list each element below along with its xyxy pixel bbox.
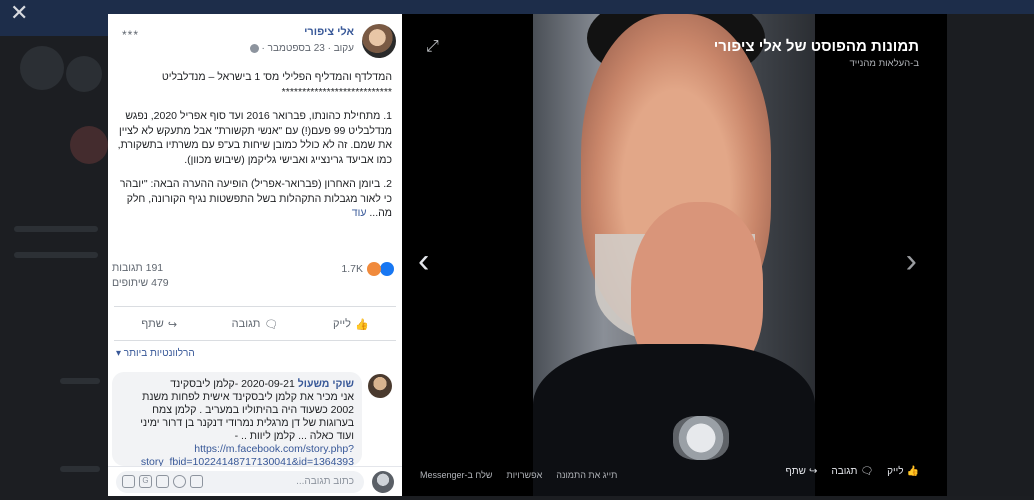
viewer-actions: 👍 לייק 🗨 תגובה ↪ שתף	[786, 466, 919, 477]
close-icon[interactable]: ✕	[10, 2, 28, 24]
send-messenger-link[interactable]: שלח ב-Messenger	[420, 470, 493, 480]
thumbs-up-icon: 👍	[354, 318, 369, 331]
comment-placeholder: כתוב תגובה...	[296, 476, 354, 487]
comments-count[interactable]: 191 תגובות	[112, 262, 163, 274]
comment-input-bar: כתוב תגובה... G	[108, 466, 402, 496]
author-avatar[interactable]	[362, 24, 396, 58]
more-options-icon[interactable]: ***	[122, 28, 139, 42]
gif-icon[interactable]: G	[139, 475, 152, 488]
comment-link[interactable]: https://m.facebook.com/story.php?story_f…	[120, 443, 354, 466]
like-label: לייק	[332, 318, 351, 330]
post-meta: עקוב · 23 בספטמבר ·	[249, 43, 354, 54]
comment-input[interactable]: כתוב תגובה... G	[116, 471, 364, 493]
share-arrow-icon: ↪	[808, 466, 818, 477]
viewer-share-label: שתף	[785, 466, 806, 477]
thumbs-up-icon: 👍	[906, 466, 919, 477]
see-more-link[interactable]: עוד	[352, 207, 367, 219]
viewer-comment-button[interactable]: 🗨 תגובה	[831, 466, 873, 477]
post-header: אלי ציפורי עקוב · 23 בספטמבר · ***	[114, 22, 396, 62]
photo-viewer: ⤢ תמונות מהפוסט של אלי ציפורי ב-העלאות מ…	[402, 14, 947, 496]
comment-item: שוקי משעול 2020-09-21 -קלמן ליבסקינד אני…	[112, 372, 392, 466]
viewer-comment-label: תגובה	[831, 466, 858, 477]
background-line	[14, 226, 98, 232]
post-stats: 1.7K 191 תגובות 479 שיתופים	[112, 260, 394, 294]
comment-input-icons: G	[122, 475, 203, 488]
shares-count[interactable]: 479 שיתופים	[112, 277, 169, 289]
background-avatar	[20, 46, 64, 90]
divider	[114, 306, 396, 307]
tag-photo-link[interactable]: תייג את התמונה	[556, 470, 617, 480]
reactions-count: 1.7K	[341, 263, 363, 275]
background-right	[947, 14, 1034, 496]
post-paragraph: המדלדף והמדליף הפלילי מס' 1 בישראל – מנד…	[161, 71, 392, 98]
reactions-summary[interactable]: 1.7K	[341, 262, 394, 276]
background-line	[60, 378, 100, 384]
angry-reaction-icon	[367, 262, 381, 276]
commenter-avatar[interactable]	[368, 374, 392, 398]
author-name[interactable]: אלי ציפורי	[304, 26, 354, 38]
comment-text: אני מכיר את קלמן ליבסקינד אישית לפחות מש…	[140, 391, 354, 442]
background-avatar	[66, 56, 102, 92]
background-line	[60, 466, 100, 472]
share-label: שתף	[141, 318, 164, 330]
comment-text: 2020-09-21 -קלמן ליבסקינד	[170, 378, 295, 390]
emoji-icon[interactable]	[173, 475, 186, 488]
next-photo-button[interactable]: ›	[906, 242, 917, 281]
background-line	[14, 252, 98, 258]
post-meta-text: עקוב · 23 בספטמבר ·	[261, 43, 354, 54]
comment-bubble-icon: 🗨	[264, 318, 279, 331]
share-button[interactable]: ↪ שתף	[141, 318, 177, 331]
expand-icon[interactable]: ⤢	[426, 38, 439, 56]
commenter-name[interactable]: שוקי משעול	[298, 378, 354, 390]
post-panel: אלי ציפורי עקוב · 23 בספטמבר · *** המדלד…	[108, 14, 402, 496]
globe-icon	[249, 43, 259, 53]
comment-button[interactable]: 🗨 תגובה	[232, 318, 279, 331]
share-arrow-icon: ↪	[167, 318, 178, 331]
post-body: המדלדף והמדליף הפלילי מס' 1 בישראל – מנד…	[114, 70, 392, 231]
like-button[interactable]: 👍 לייק	[333, 318, 369, 331]
like-reaction-icon	[380, 262, 394, 276]
viewer-album-link[interactable]: ב-העלאות מהנייד	[849, 58, 919, 69]
post-actions: 👍 לייק 🗨 תגובה ↪ שתף	[114, 310, 396, 338]
viewer-title: תמונות מהפוסט של אלי ציפורי	[713, 38, 919, 55]
background-avatar	[70, 126, 108, 164]
camera-icon[interactable]	[156, 475, 169, 488]
sticker-icon[interactable]	[122, 475, 135, 488]
viewer-share-button[interactable]: ↪ שתף	[786, 466, 818, 477]
viewer-like-button[interactable]: 👍 לייק	[887, 466, 919, 477]
post-photo	[533, 14, 815, 496]
post-paragraph: 2. ביומן האחרון (פברואר-אפריל) הופיעה הה…	[114, 177, 392, 221]
user-avatar	[372, 471, 394, 493]
viewer-links: תייג את התמונה אפשרויות שלח ב-Messenger	[420, 470, 617, 480]
options-link[interactable]: אפשרויות	[507, 470, 543, 480]
comment-sort-dropdown[interactable]: הרלוונטיות ביותר ▾	[116, 348, 195, 359]
viewer-like-label: לייק	[887, 466, 904, 477]
divider	[114, 340, 396, 341]
comment-bubble: שוקי משעול 2020-09-21 -קלמן ליבסקינד אני…	[112, 372, 362, 466]
avatar-sticker-icon[interactable]	[190, 475, 203, 488]
previous-photo-button[interactable]: ‹	[418, 242, 429, 281]
comment-label: תגובה	[231, 318, 261, 330]
photo-watch	[673, 416, 729, 460]
post-paragraph: 1. מתחילת כהונתו, פברואר 2016 ועד סוף אפ…	[117, 110, 392, 166]
comment-bubble-icon: 🗨	[860, 466, 874, 477]
